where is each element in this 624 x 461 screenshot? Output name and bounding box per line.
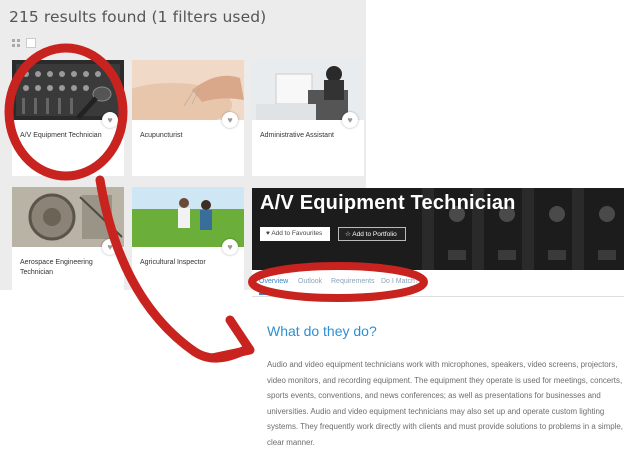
arrow-head <box>207 315 255 363</box>
heart-icon[interactable]: ♥ <box>102 112 118 128</box>
career-thumbnail <box>132 187 244 247</box>
detail-tabs: Overview Outlook Requirements Do I Match… <box>252 270 624 297</box>
tab-outlook[interactable]: Outlook <box>298 278 322 285</box>
list-view-icon[interactable] <box>26 38 36 48</box>
tab-do-i-match[interactable]: Do I Match? <box>381 278 419 285</box>
active-tab-indicator <box>259 293 289 295</box>
career-thumbnail <box>12 187 124 247</box>
card-title: Administrative Assistant <box>260 132 334 139</box>
section-title: What do they do? <box>267 323 377 339</box>
grid-view-icon[interactable] <box>12 39 21 48</box>
career-title: A/V Equipment Technician <box>260 192 516 214</box>
career-card[interactable]: ♥ Administrative Assistant <box>252 60 364 176</box>
career-card[interactable]: ♥ Acupuncturist <box>132 60 244 176</box>
career-thumbnail <box>252 60 364 120</box>
heart-icon[interactable]: ♥ <box>342 112 358 128</box>
career-thumbnail <box>12 60 124 120</box>
heart-icon[interactable]: ♥ <box>222 239 238 255</box>
career-thumbnail <box>132 60 244 120</box>
tab-overview[interactable]: Overview <box>259 278 288 285</box>
career-card[interactable]: ♥ Agricultural Inspector <box>132 187 244 303</box>
add-to-portfolio-button[interactable]: ☆ Add to Portfolio <box>338 227 406 241</box>
career-card[interactable]: ♥ Aerospace Engineering Technician <box>12 187 124 303</box>
heart-icon[interactable]: ♥ <box>102 239 118 255</box>
heart-icon[interactable]: ♥ <box>222 112 238 128</box>
detail-hero: A/V Equipment Technician ♥ Add to Favour… <box>252 188 624 270</box>
add-to-favourites-button[interactable]: ♥ Add to Favourites <box>260 227 330 241</box>
career-description: Audio and video equipment technicians wo… <box>267 360 623 447</box>
card-title: Agricultural Inspector <box>140 259 206 266</box>
card-title: Aerospace Engineering Technician <box>20 259 93 276</box>
results-count: 215 results found (1 filters used) <box>9 8 267 26</box>
add-to-portfolio-label: Add to Portfolio <box>352 231 397 238</box>
tab-requirements[interactable]: Requirements <box>331 278 375 285</box>
add-to-favourites-label: Add to Favourites <box>271 230 323 237</box>
card-title: Acupuncturist <box>140 132 183 139</box>
career-card[interactable]: ♥ A/V Equipment Technician <box>12 60 124 176</box>
card-title: A/V Equipment Technician <box>20 132 102 139</box>
